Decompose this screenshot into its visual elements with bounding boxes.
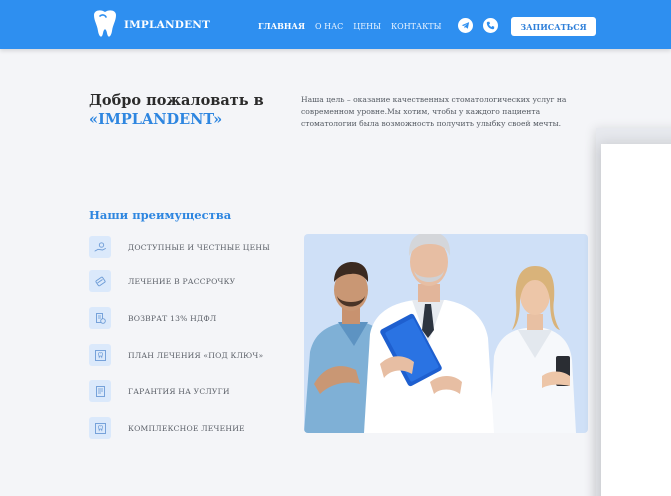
advantages-title: Наши преимущества xyxy=(89,208,232,222)
advantage-item: ДОСТУПНЫЕ И ЧЕСТНЫЕ ЦЕНЫ xyxy=(89,236,270,258)
page: IMPLANDENT ГЛАВНАЯ О НАС ЦЕНЫ КОНТАКТЫ З… xyxy=(0,0,671,496)
advantage-item: ЛЕЧЕНИЕ В РАССРОЧКУ xyxy=(89,270,235,292)
logo-text: IMPLANDENT xyxy=(124,19,211,31)
overlay-window xyxy=(601,144,671,496)
advantage-label: ВОЗВРАТ 13% НДФЛ xyxy=(128,313,217,323)
telegram-icon xyxy=(461,22,470,29)
advantage-item: КОМПЛЕКСНОЕ ЛЕЧЕНИЕ xyxy=(89,417,245,439)
tooth-plan-icon xyxy=(89,344,111,366)
tooth-complex-icon xyxy=(89,417,111,439)
hero-title: Добро пожаловать в «IMPLANDENT» xyxy=(89,91,289,129)
doctors-illustration xyxy=(304,234,576,433)
logo[interactable]: IMPLANDENT xyxy=(88,9,210,41)
hero-title-line: Добро пожаловать в xyxy=(89,92,264,109)
top-navbar: IMPLANDENT ГЛАВНАЯ О НАС ЦЕНЫ КОНТАКТЫ З… xyxy=(0,0,671,49)
doctors-photo xyxy=(304,234,588,433)
advantage-item: ПЛАН ЛЕЧЕНИЯ «ПОД КЛЮЧ» xyxy=(89,344,263,366)
guarantee-document-icon xyxy=(89,380,111,402)
main-nav: ГЛАВНАЯ О НАС ЦЕНЫ КОНТАКТЫ xyxy=(258,21,451,31)
nav-contacts[interactable]: КОНТАКТЫ xyxy=(391,22,442,31)
advantage-item: ГАРАНТИЯ НА УСЛУГИ xyxy=(89,380,230,402)
advantage-label: ГАРАНТИЯ НА УСЛУГИ xyxy=(128,386,230,396)
hero-description: Наша цель – оказание качественных стомат… xyxy=(301,95,567,128)
phone-button[interactable] xyxy=(483,18,498,33)
tooth-icon xyxy=(94,10,116,37)
telegram-button[interactable] xyxy=(458,18,473,33)
document-refund-icon xyxy=(89,307,111,329)
hand-coins-icon xyxy=(89,236,111,258)
doctor-center xyxy=(364,234,494,433)
advantage-label: ПЛАН ЛЕЧЕНИЯ «ПОД КЛЮЧ» xyxy=(128,350,264,360)
nav-about[interactable]: О НАС xyxy=(315,22,343,31)
doctor-right xyxy=(490,266,576,433)
book-appointment-button[interactable]: ЗАПИСАТЬСЯ xyxy=(511,17,596,36)
card-icon xyxy=(89,270,111,292)
advantage-item: ВОЗВРАТ 13% НДФЛ xyxy=(89,307,216,329)
nav-prices[interactable]: ЦЕНЫ xyxy=(353,22,381,31)
phone-icon xyxy=(486,21,495,30)
advantage-label: ДОСТУПНЫЕ И ЧЕСТНЫЕ ЦЕНЫ xyxy=(128,242,270,252)
nav-home[interactable]: ГЛАВНАЯ xyxy=(258,21,305,31)
advantage-label: КОМПЛЕКСНОЕ ЛЕЧЕНИЕ xyxy=(128,423,245,433)
hero-title-brand: «IMPLANDENT» xyxy=(89,111,223,128)
advantage-label: ЛЕЧЕНИЕ В РАССРОЧКУ xyxy=(128,276,236,286)
